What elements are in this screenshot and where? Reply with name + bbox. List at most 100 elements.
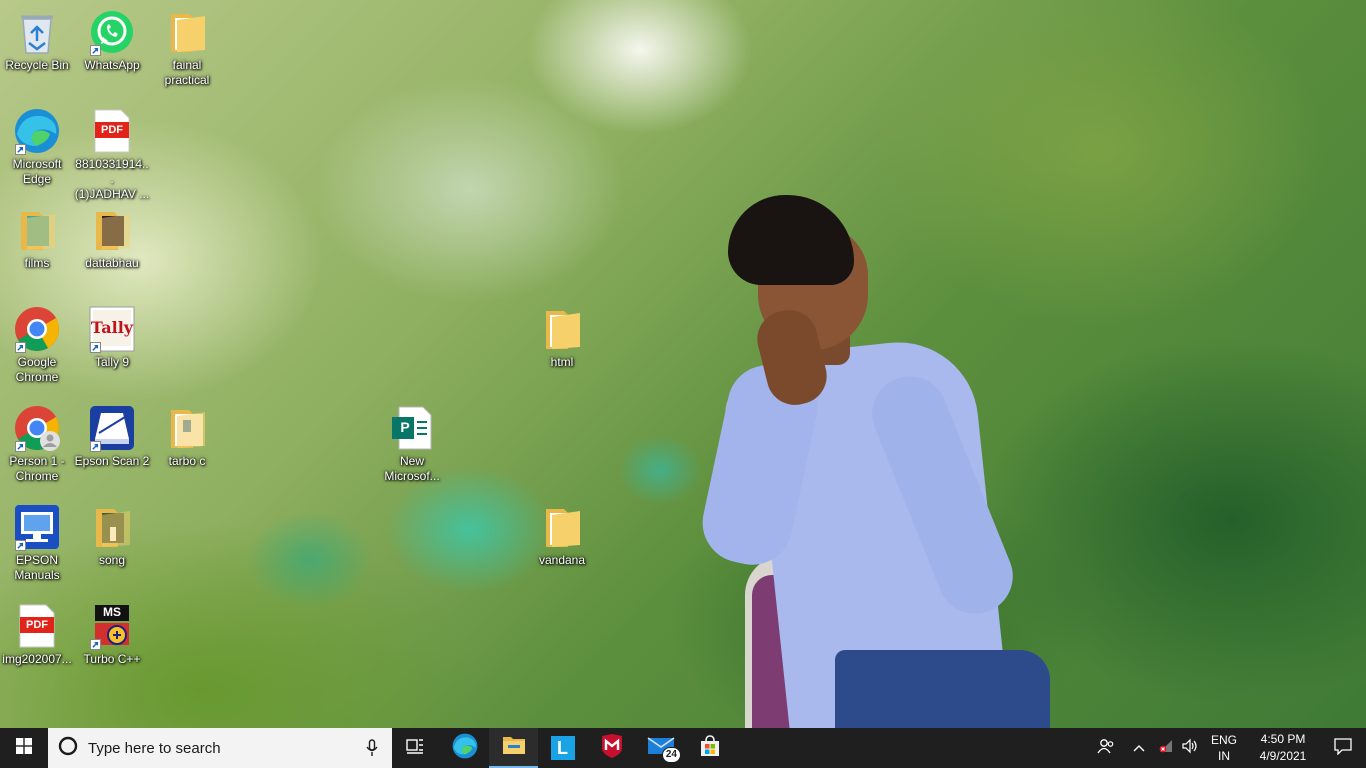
desktop-icon-label: Recycle Bin (5, 58, 69, 72)
folder-icon (538, 305, 586, 353)
desktop-icon-microsoft-edge[interactable]: Microsoft Edge (0, 107, 75, 187)
language-region: IN (1218, 749, 1230, 763)
system-tray: ENG IN 4:50 PM 4/9/2021 (1088, 728, 1366, 768)
microphone-icon[interactable] (352, 739, 392, 757)
language-indicator[interactable]: ENG IN (1206, 732, 1242, 764)
desktop-icon-label: fainal practical (164, 58, 210, 87)
desktop-icon-epson-manuals[interactable]: EPSON Manuals (0, 503, 75, 583)
clock[interactable]: 4:50 PM 4/9/2021 (1246, 731, 1320, 765)
desktop-icon-label: EPSON Manuals (14, 553, 60, 582)
chevron-up-icon (1133, 739, 1145, 757)
desktop-icon-label: img202007... (2, 652, 72, 666)
tally-badge: Tally (90, 318, 134, 337)
desktop-icon-label: New Microsof... (384, 454, 440, 483)
start-button[interactable] (0, 728, 48, 768)
l-app-icon: L (550, 736, 575, 760)
desktop-icon-label: vandana (538, 553, 586, 567)
task-view-button[interactable] (392, 728, 440, 768)
taskbar-mcafee-button[interactable] (587, 728, 636, 768)
desktop-icon-turbo-cpp[interactable]: MS Turbo C++ (74, 602, 150, 667)
shortcut-arrow-icon (90, 639, 101, 650)
taskbar-edge-button[interactable] (440, 728, 489, 768)
epson-manuals-icon (13, 503, 61, 551)
store-icon (699, 734, 721, 762)
taskbar-search-box[interactable]: Type here to search (48, 728, 392, 768)
desktop-icon-pdf-jadhav[interactable]: PDF 8810331914... (1)JADHAV ... (74, 107, 150, 202)
desktop-icon-vandana[interactable]: vandana (524, 503, 600, 568)
chrome-person-icon (13, 404, 61, 452)
taskbar-store-button[interactable] (685, 728, 734, 768)
folder-icon (163, 8, 211, 56)
desktop-icon-fainal-practical[interactable]: fainal practical (149, 8, 225, 88)
epson-scan-icon (88, 404, 136, 452)
shortcut-arrow-icon (15, 144, 26, 155)
shortcut-arrow-icon (15, 540, 26, 551)
people-icon (1097, 738, 1115, 759)
desktop-icon-label: Tally 9 (94, 355, 129, 369)
recycle-bin-icon (13, 8, 61, 56)
desktop-icon-tarbo-c[interactable]: tarbo c (149, 404, 225, 469)
desktop[interactable]: Recycle Bin WhatsApp fainal practical Mi… (0, 0, 1366, 728)
edge-icon (13, 107, 61, 155)
publisher-icon: P (388, 404, 436, 452)
desktop-icon-label: Google Chrome (15, 355, 59, 384)
desktop-icon-label: dattabhau (85, 256, 139, 270)
wifi-disconnected-icon (1157, 738, 1175, 759)
desktop-icon-recycle-bin[interactable]: Recycle Bin (0, 8, 75, 73)
windows-logo-icon (16, 737, 32, 759)
desktop-icon-epson-scan-2[interactable]: Epson Scan 2 (74, 404, 150, 469)
clock-date: 4/9/2021 (1259, 749, 1307, 763)
folder-icon (88, 503, 136, 551)
wallpaper-jeans (835, 650, 1050, 728)
pdf-badge: PDF (26, 619, 48, 631)
taskbar-mail-button[interactable]: 24 (636, 728, 685, 768)
desktop-icon-img202007[interactable]: PDF img202007... (0, 602, 75, 667)
shortcut-arrow-icon (90, 45, 101, 56)
volume-button[interactable] (1178, 728, 1202, 768)
tally-icon: Tally (88, 305, 136, 353)
desktop-icon-html[interactable]: html (524, 305, 600, 370)
people-button[interactable] (1088, 728, 1124, 768)
turbo-cpp-icon: MS (88, 602, 136, 650)
desktop-icon-films[interactable]: films (0, 206, 75, 271)
desktop-icon-google-chrome[interactable]: Google Chrome (0, 305, 75, 385)
folder-icon (13, 206, 61, 254)
chrome-icon (13, 305, 61, 353)
action-center-button[interactable] (1320, 728, 1366, 768)
desktop-icon-label: song (98, 553, 126, 567)
taskbar-file-explorer-button[interactable] (489, 728, 538, 768)
desktop-icon-label: html (550, 355, 574, 369)
taskbar-l-app-button[interactable]: L (538, 728, 587, 768)
folder-icon (502, 735, 526, 760)
task-view-icon (406, 737, 426, 760)
shortcut-arrow-icon (15, 342, 26, 353)
desktop-icon-song[interactable]: song (74, 503, 150, 568)
language-code: ENG (1210, 733, 1237, 747)
desktop-icon-new-microsoft-publisher[interactable]: P New Microsof... (374, 404, 450, 484)
desktop-icon-dattabhau[interactable]: dattabhau (74, 206, 150, 271)
desktop-icon-label: films (24, 256, 50, 270)
desktop-icon-label: Turbo C++ (83, 652, 141, 666)
desktop-icon-person-1-chrome[interactable]: Person 1 - Chrome (0, 404, 75, 484)
show-hidden-icons-button[interactable] (1124, 728, 1154, 768)
publisher-badge: P (400, 419, 410, 435)
shortcut-arrow-icon (90, 342, 101, 353)
edge-icon (452, 733, 478, 764)
whatsapp-icon (88, 8, 136, 56)
mcafee-icon (601, 733, 623, 763)
desktop-icon-label: 8810331914... (1)JADHAV ... (74, 157, 150, 201)
cortana-icon (58, 736, 78, 761)
shortcut-arrow-icon (90, 441, 101, 452)
pdf-icon: PDF (13, 602, 61, 650)
search-placeholder: Type here to search (88, 739, 221, 757)
clock-time: 4:50 PM (1260, 732, 1306, 746)
desktop-icon-label: tarbo c (168, 454, 206, 468)
speaker-icon (1181, 738, 1199, 759)
shortcut-arrow-icon (15, 441, 26, 452)
desktop-icon-whatsapp[interactable]: WhatsApp (74, 8, 150, 73)
desktop-icon-label: Person 1 - Chrome (9, 454, 65, 483)
desktop-icon-tally[interactable]: Tally Tally 9 (74, 305, 150, 370)
network-button[interactable] (1154, 728, 1178, 768)
folder-icon (538, 503, 586, 551)
desktop-icon-label: Microsoft Edge (12, 157, 62, 186)
